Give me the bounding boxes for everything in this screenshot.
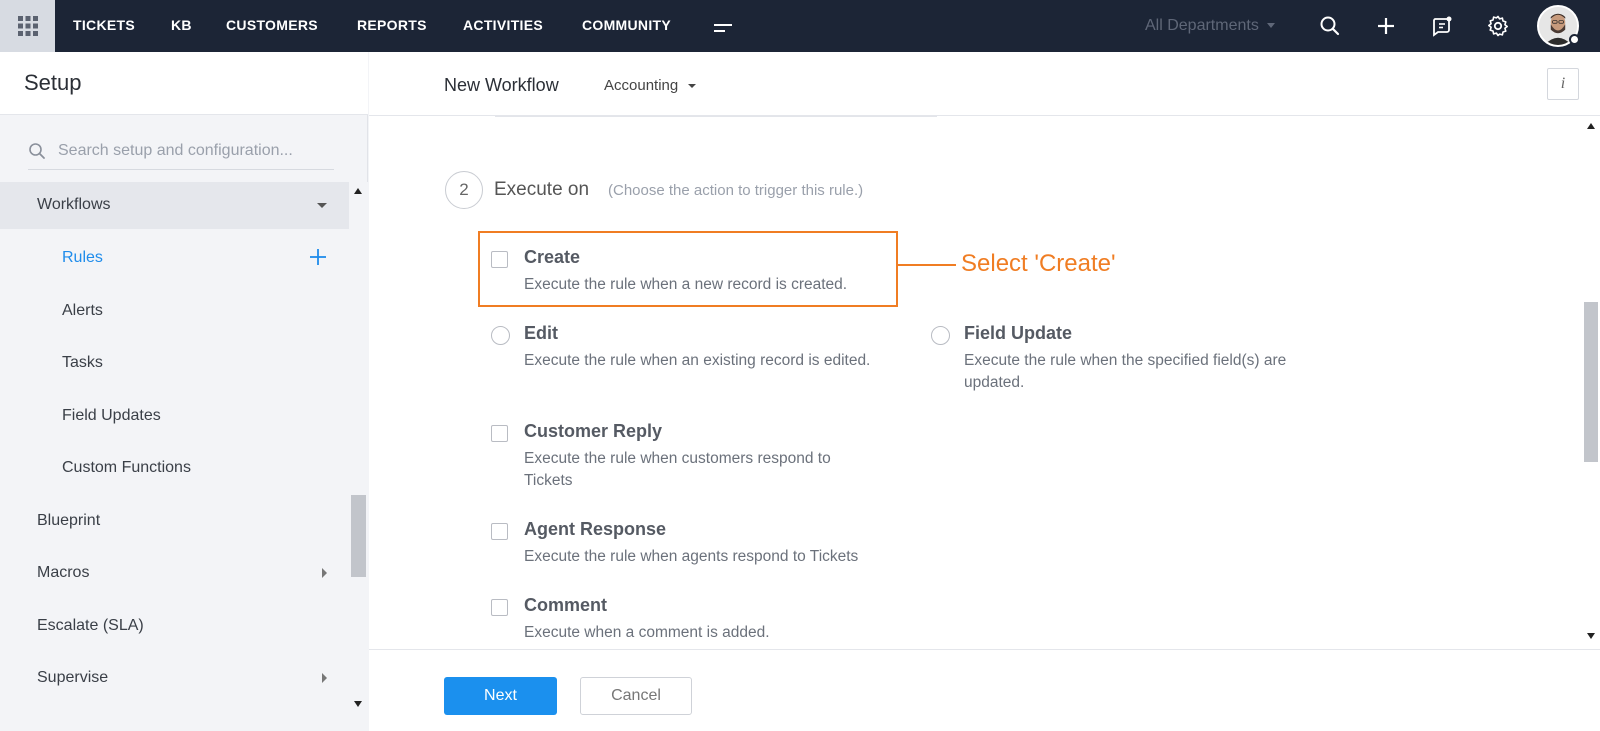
nav-tickets[interactable]: TICKETS [73, 0, 135, 52]
chevron-down-icon [1266, 23, 1275, 29]
gear-icon[interactable] [1486, 14, 1510, 38]
sidebar-item-label: Workflows [37, 196, 111, 213]
agent-response-checkbox[interactable] [491, 523, 508, 540]
sidebar-item-label: Supervise [37, 669, 109, 686]
edit-radio[interactable] [491, 326, 510, 345]
workflow-department-dropdown[interactable]: Accounting [604, 77, 697, 94]
plus-icon[interactable] [1374, 14, 1398, 38]
option-title: Comment [524, 595, 608, 615]
sidebar-item-label: Rules [62, 249, 103, 266]
sidebar-item-label: Escalate (SLA) [37, 617, 144, 634]
info-button[interactable]: i [1547, 68, 1579, 100]
scroll-up-icon[interactable] [354, 188, 362, 194]
sidebar-item-blueprint[interactable]: Blueprint [0, 498, 349, 545]
search-icon [29, 143, 45, 159]
workflow-form: 2 Execute on (Choose the action to trigg… [369, 116, 1582, 649]
sidebar-item-label: Field Updates [62, 407, 161, 424]
sidebar-scrollbar[interactable] [349, 182, 368, 731]
add-rule-icon[interactable] [307, 246, 329, 268]
sidebar-item-field-updates[interactable]: Field Updates [0, 393, 349, 440]
cancel-button[interactable]: Cancel [580, 677, 692, 715]
option-description: Execute the rule when the specified fiel… [964, 352, 1287, 391]
comment-checkbox[interactable] [491, 599, 508, 616]
sidebar-item-custom-functions[interactable]: Custom Functions [0, 445, 349, 492]
department-label: All Departments [1145, 17, 1259, 34]
option-title: Field Update [964, 323, 1073, 343]
next-button[interactable]: Next [444, 677, 557, 715]
sidebar-header: Setup [0, 52, 368, 115]
option-description: Execute the rule when an existing record… [524, 352, 871, 369]
top-navbar: TICKETS KB CUSTOMERS REPORTS ACTIVITIES … [0, 0, 1600, 52]
form-footer: Next Cancel [369, 649, 1600, 731]
workflow-department-label: Accounting [604, 77, 679, 94]
sidebar-item-macros[interactable]: Macros [0, 550, 349, 597]
sidebar-scroll-thumb[interactable] [351, 495, 366, 577]
sidebar-item-label: Tasks [62, 354, 103, 371]
option-title: Agent Response [524, 519, 667, 539]
chevron-right-icon [322, 673, 327, 683]
setup-sidebar: Setup Workflows Rules Alerts Tasks Field… [0, 52, 368, 731]
sidebar-item-escalate-sla[interactable]: Escalate (SLA) [0, 603, 349, 650]
create-highlight-box [478, 231, 898, 307]
chevron-down-icon [317, 203, 327, 208]
customer-reply-checkbox[interactable] [491, 425, 508, 442]
callout-connector [898, 264, 956, 266]
apps-grid-button[interactable] [0, 0, 55, 52]
sidebar-item-label: Alerts [62, 302, 103, 319]
scroll-down-icon[interactable] [1587, 633, 1595, 639]
content-scrollbar[interactable] [1582, 116, 1600, 649]
nav-customers[interactable]: CUSTOMERS [226, 0, 318, 52]
grid-icon [17, 16, 38, 36]
option-title: Edit [524, 323, 558, 343]
sidebar-item-supervise[interactable]: Supervise [0, 655, 349, 702]
sidebar-item-label: Blueprint [37, 512, 101, 529]
sidebar-title: Setup [24, 70, 82, 95]
sidebar-item-workflows[interactable]: Workflows [0, 182, 349, 229]
page-title: New Workflow [444, 75, 559, 95]
option-edit[interactable]: Edit Execute the rule when an existing r… [491, 323, 911, 373]
step-hint: (Choose the action to trigger this rule.… [608, 182, 864, 199]
step-title: Execute on [494, 179, 590, 200]
sidebar-item-tasks[interactable]: Tasks [0, 340, 349, 387]
content-scroll-thumb[interactable] [1584, 302, 1598, 462]
option-title: Customer Reply [524, 421, 663, 441]
option-field-update[interactable]: Field Update Execute the rule when the s… [931, 323, 1351, 395]
sidebar-item-label: Macros [37, 564, 90, 581]
search-icon[interactable] [1318, 14, 1342, 38]
option-customer-reply[interactable]: Customer Reply Execute the rule when cus… [491, 421, 911, 493]
sidebar-item-label: Custom Functions [62, 459, 191, 476]
nav-activities[interactable]: ACTIVITIES [463, 0, 543, 52]
option-description: Execute the rule when agents respond to … [524, 548, 859, 565]
chat-icon[interactable] [1430, 14, 1454, 38]
chevron-down-icon [688, 84, 697, 89]
setup-search [28, 134, 334, 170]
sidebar-item-rules[interactable]: Rules [0, 235, 349, 282]
option-description: Execute the rule when customers respond … [524, 450, 831, 489]
callout-label: Select 'Create' [961, 250, 1116, 277]
option-agent-response[interactable]: Agent Response Execute the rule when age… [491, 519, 911, 569]
menu-icon[interactable] [712, 18, 734, 36]
department-selector[interactable]: All Departments [1145, 0, 1275, 52]
nav-community[interactable]: COMMUNITY [582, 0, 671, 52]
nav-kb[interactable]: KB [171, 0, 192, 52]
field-update-radio[interactable] [931, 326, 950, 345]
step-number: 2 [445, 171, 483, 209]
presence-indicator [1569, 34, 1580, 45]
workflow-header: New Workflow Accounting i [369, 52, 1600, 116]
chevron-right-icon [322, 568, 327, 578]
section-divider [495, 116, 937, 117]
nav-reports[interactable]: REPORTS [357, 0, 427, 52]
sidebar-item-alerts[interactable]: Alerts [0, 288, 349, 335]
setup-search-input[interactable] [58, 138, 330, 164]
option-description: Execute when a comment is added. [524, 624, 770, 641]
scroll-up-icon[interactable] [1587, 123, 1595, 129]
option-comment[interactable]: Comment Execute when a comment is added. [491, 595, 911, 645]
scroll-down-icon[interactable] [354, 701, 362, 707]
